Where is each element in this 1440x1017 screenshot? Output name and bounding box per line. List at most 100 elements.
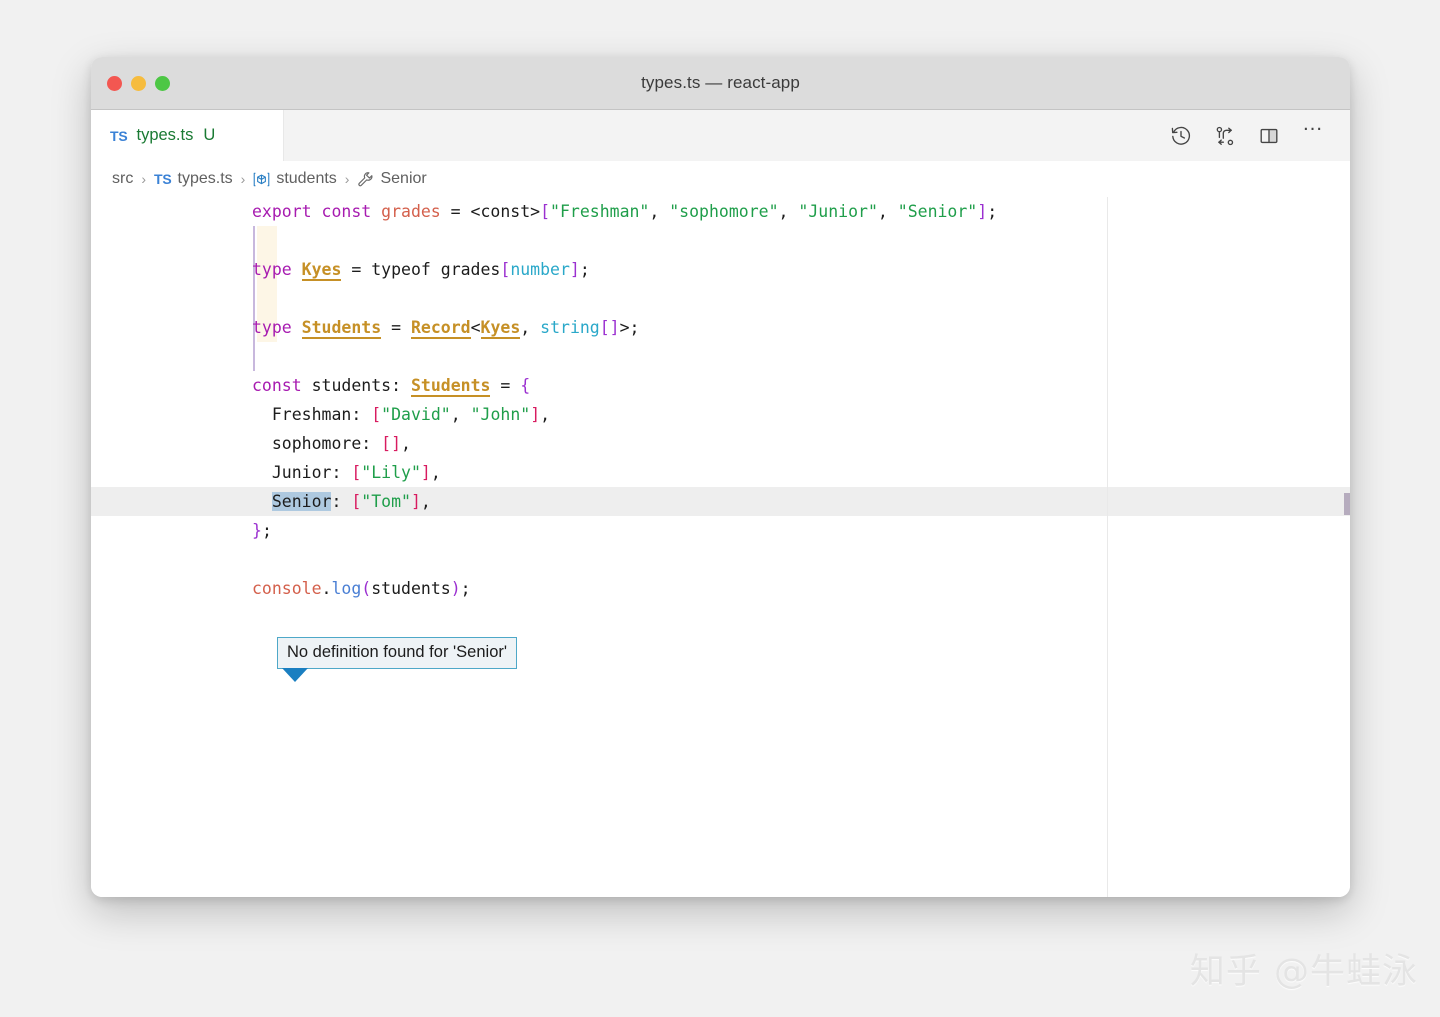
code-line[interactable] bbox=[91, 342, 1350, 371]
code-token: , bbox=[877, 202, 898, 221]
code-token: Record bbox=[410, 318, 471, 339]
code-content[interactable]: export const grades = <const>["Freshman"… bbox=[91, 197, 1350, 897]
property-wrench-icon bbox=[357, 171, 374, 188]
code-token: : bbox=[391, 376, 411, 395]
code-token: = bbox=[381, 318, 411, 337]
code-token: [ bbox=[371, 405, 382, 424]
watermark: 知乎 @牛蛙泳 bbox=[1189, 952, 1418, 992]
breadcrumb: src › TS types.ts › students › Senior bbox=[91, 161, 1350, 197]
breadcrumb-label-senior: Senior bbox=[380, 170, 427, 187]
code-token: "John" bbox=[470, 405, 531, 424]
close-window-button[interactable] bbox=[107, 75, 122, 91]
code-token: , bbox=[540, 405, 551, 424]
code-token: = <const> bbox=[440, 202, 541, 221]
code-token: type bbox=[252, 318, 302, 337]
code-line[interactable]: type Kyes = typeof grades[number]; bbox=[91, 255, 1350, 284]
code-token: "Freshman" bbox=[550, 202, 650, 221]
code-token: } bbox=[252, 521, 262, 540]
window-titlebar: types.ts — react-app bbox=[91, 57, 1350, 110]
window-title: types.ts — react-app bbox=[641, 73, 800, 92]
code-token: "David" bbox=[381, 405, 451, 424]
ts-file-icon: TS bbox=[154, 171, 172, 187]
code-token: ; bbox=[460, 579, 471, 598]
code-line[interactable]: const students: Students = { bbox=[91, 371, 1350, 400]
breadcrumb-separator: › bbox=[344, 171, 350, 187]
code-token: , bbox=[430, 463, 441, 482]
scrollbar-cursor-marker[interactable] bbox=[1344, 493, 1350, 515]
minimize-window-button[interactable] bbox=[131, 75, 146, 91]
code-token: , bbox=[649, 202, 670, 221]
code-line[interactable]: }; bbox=[91, 516, 1350, 545]
code-token: Students bbox=[410, 376, 491, 397]
breadcrumb-item-src[interactable]: src bbox=[112, 170, 133, 188]
code-token: log bbox=[331, 579, 362, 598]
code-token: >; bbox=[619, 318, 640, 337]
code-token: ; bbox=[261, 521, 272, 540]
code-token: , bbox=[450, 405, 471, 424]
code-line[interactable] bbox=[91, 545, 1350, 574]
variable-icon bbox=[253, 171, 270, 188]
code-token: ] bbox=[977, 202, 988, 221]
code-line[interactable]: sophomore: [], bbox=[91, 429, 1350, 458]
code-line[interactable] bbox=[91, 284, 1350, 313]
breadcrumb-item-types-ts[interactable]: TS types.ts bbox=[154, 170, 233, 188]
code-token: const bbox=[252, 376, 312, 395]
code-token: : bbox=[351, 405, 372, 424]
editor-body[interactable]: export const grades = <const>["Freshman"… bbox=[91, 197, 1350, 897]
code-line[interactable]: Senior: ["Tom"], bbox=[91, 487, 1350, 516]
code-token: "sophomore" bbox=[669, 202, 779, 221]
code-token: console bbox=[252, 579, 322, 598]
tab-label: types.ts bbox=[136, 126, 194, 144]
breadcrumb-item-students[interactable]: students bbox=[253, 170, 337, 188]
code-token: string bbox=[540, 318, 600, 337]
source-control-compare-icon[interactable] bbox=[1214, 125, 1236, 147]
code-token: ] bbox=[569, 260, 580, 279]
code-token: Students bbox=[301, 318, 382, 339]
breadcrumb-label-types-ts: types.ts bbox=[177, 170, 233, 187]
code-token: : bbox=[361, 434, 382, 453]
ts-file-icon: TS bbox=[110, 127, 128, 144]
code-token: ] bbox=[410, 492, 421, 511]
code-line[interactable]: Junior: ["Lily"], bbox=[91, 458, 1350, 487]
code-token: sophomore bbox=[252, 434, 362, 453]
editor-tabbar: TS types.ts U … bbox=[91, 110, 1350, 161]
editor-window: types.ts — react-app TS types.ts U … src… bbox=[91, 57, 1350, 897]
code-token: < bbox=[470, 318, 481, 337]
tab-status-badge: U bbox=[203, 126, 216, 144]
code-token: , bbox=[401, 434, 411, 453]
breadcrumb-label-src: src bbox=[112, 170, 134, 187]
code-token: { bbox=[520, 376, 531, 395]
hover-tooltip-message: No definition found for 'Senior' bbox=[287, 643, 508, 661]
maximize-window-button[interactable] bbox=[155, 75, 170, 91]
code-token: ] bbox=[420, 463, 431, 482]
code-token: [] bbox=[599, 318, 620, 337]
timeline-history-icon[interactable] bbox=[1170, 125, 1192, 147]
hover-tooltip-arrow bbox=[282, 668, 308, 682]
code-token: ] bbox=[530, 405, 541, 424]
code-line[interactable]: export const grades = <const>["Freshman"… bbox=[91, 197, 1350, 226]
code-line[interactable]: type Students = Record<Kyes, string[]>; bbox=[91, 313, 1350, 342]
code-line[interactable] bbox=[91, 226, 1350, 255]
code-token: ; bbox=[987, 202, 998, 221]
code-token: , bbox=[420, 492, 431, 511]
code-token: "Lily" bbox=[361, 463, 421, 482]
code-token: [] bbox=[381, 434, 402, 453]
code-token: = typeof grades bbox=[341, 260, 501, 279]
traffic-light-controls bbox=[107, 75, 170, 91]
code-token: [ bbox=[351, 492, 362, 511]
breadcrumb-separator: › bbox=[240, 171, 246, 187]
code-token: ; bbox=[579, 260, 590, 279]
tab-types-ts[interactable]: TS types.ts U bbox=[91, 110, 284, 161]
code-token: grades bbox=[381, 202, 441, 221]
code-token: "Senior" bbox=[897, 202, 978, 221]
code-token: "Junior" bbox=[798, 202, 878, 221]
code-token: : bbox=[331, 492, 352, 511]
code-line[interactable]: Freshman: ["David", "John"], bbox=[91, 400, 1350, 429]
more-actions-icon[interactable]: … bbox=[1302, 113, 1324, 147]
breadcrumb-item-senior[interactable]: Senior bbox=[357, 170, 427, 188]
code-line[interactable]: console.log(students); bbox=[91, 574, 1350, 603]
split-editor-icon[interactable] bbox=[1258, 125, 1280, 147]
editor-actions: … bbox=[1170, 110, 1350, 161]
code-token: students bbox=[311, 376, 392, 395]
code-token: [ bbox=[540, 202, 551, 221]
